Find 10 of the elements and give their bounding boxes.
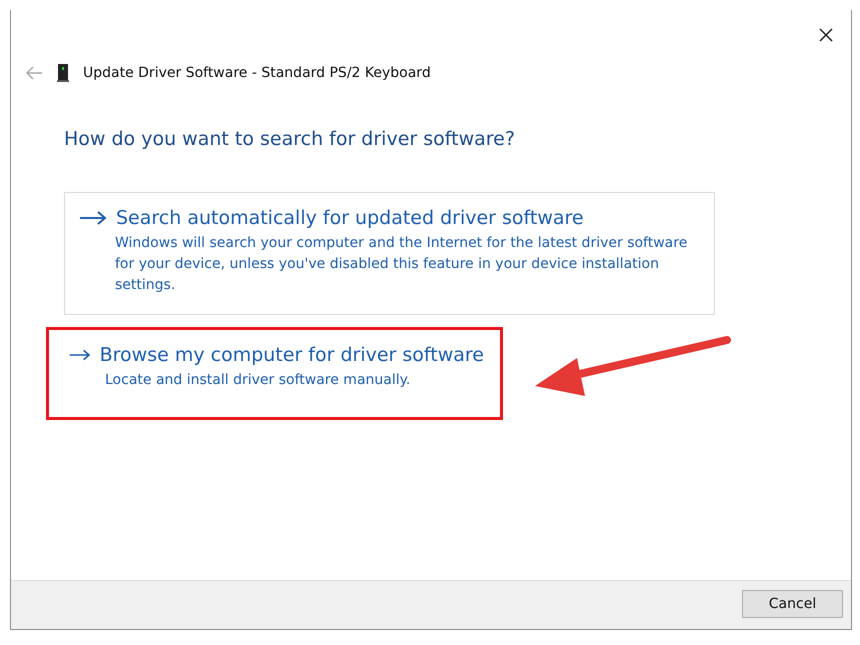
arrow-icon: [69, 348, 91, 362]
window-title: Update Driver Software - Standard PS/2 Keyboard: [83, 65, 431, 81]
cancel-button[interactable]: Cancel: [742, 590, 843, 618]
option-link[interactable]: Search automatically for updated driver software Windows will search your computer and the Internet for the latest driver software for your device, unless you've disabled this feature in your device installation settings.: [64, 192, 715, 315]
keyboard-device-icon: [57, 64, 69, 82]
dialog-heading: How do you want to search for driver software?: [64, 128, 516, 150]
arrow-icon: [79, 211, 107, 225]
close-icon: [819, 28, 833, 42]
back-arrow-icon: [25, 66, 43, 80]
option-link[interactable]: Browse my computer for driver software Locate and install driver software manually.: [46, 327, 503, 420]
